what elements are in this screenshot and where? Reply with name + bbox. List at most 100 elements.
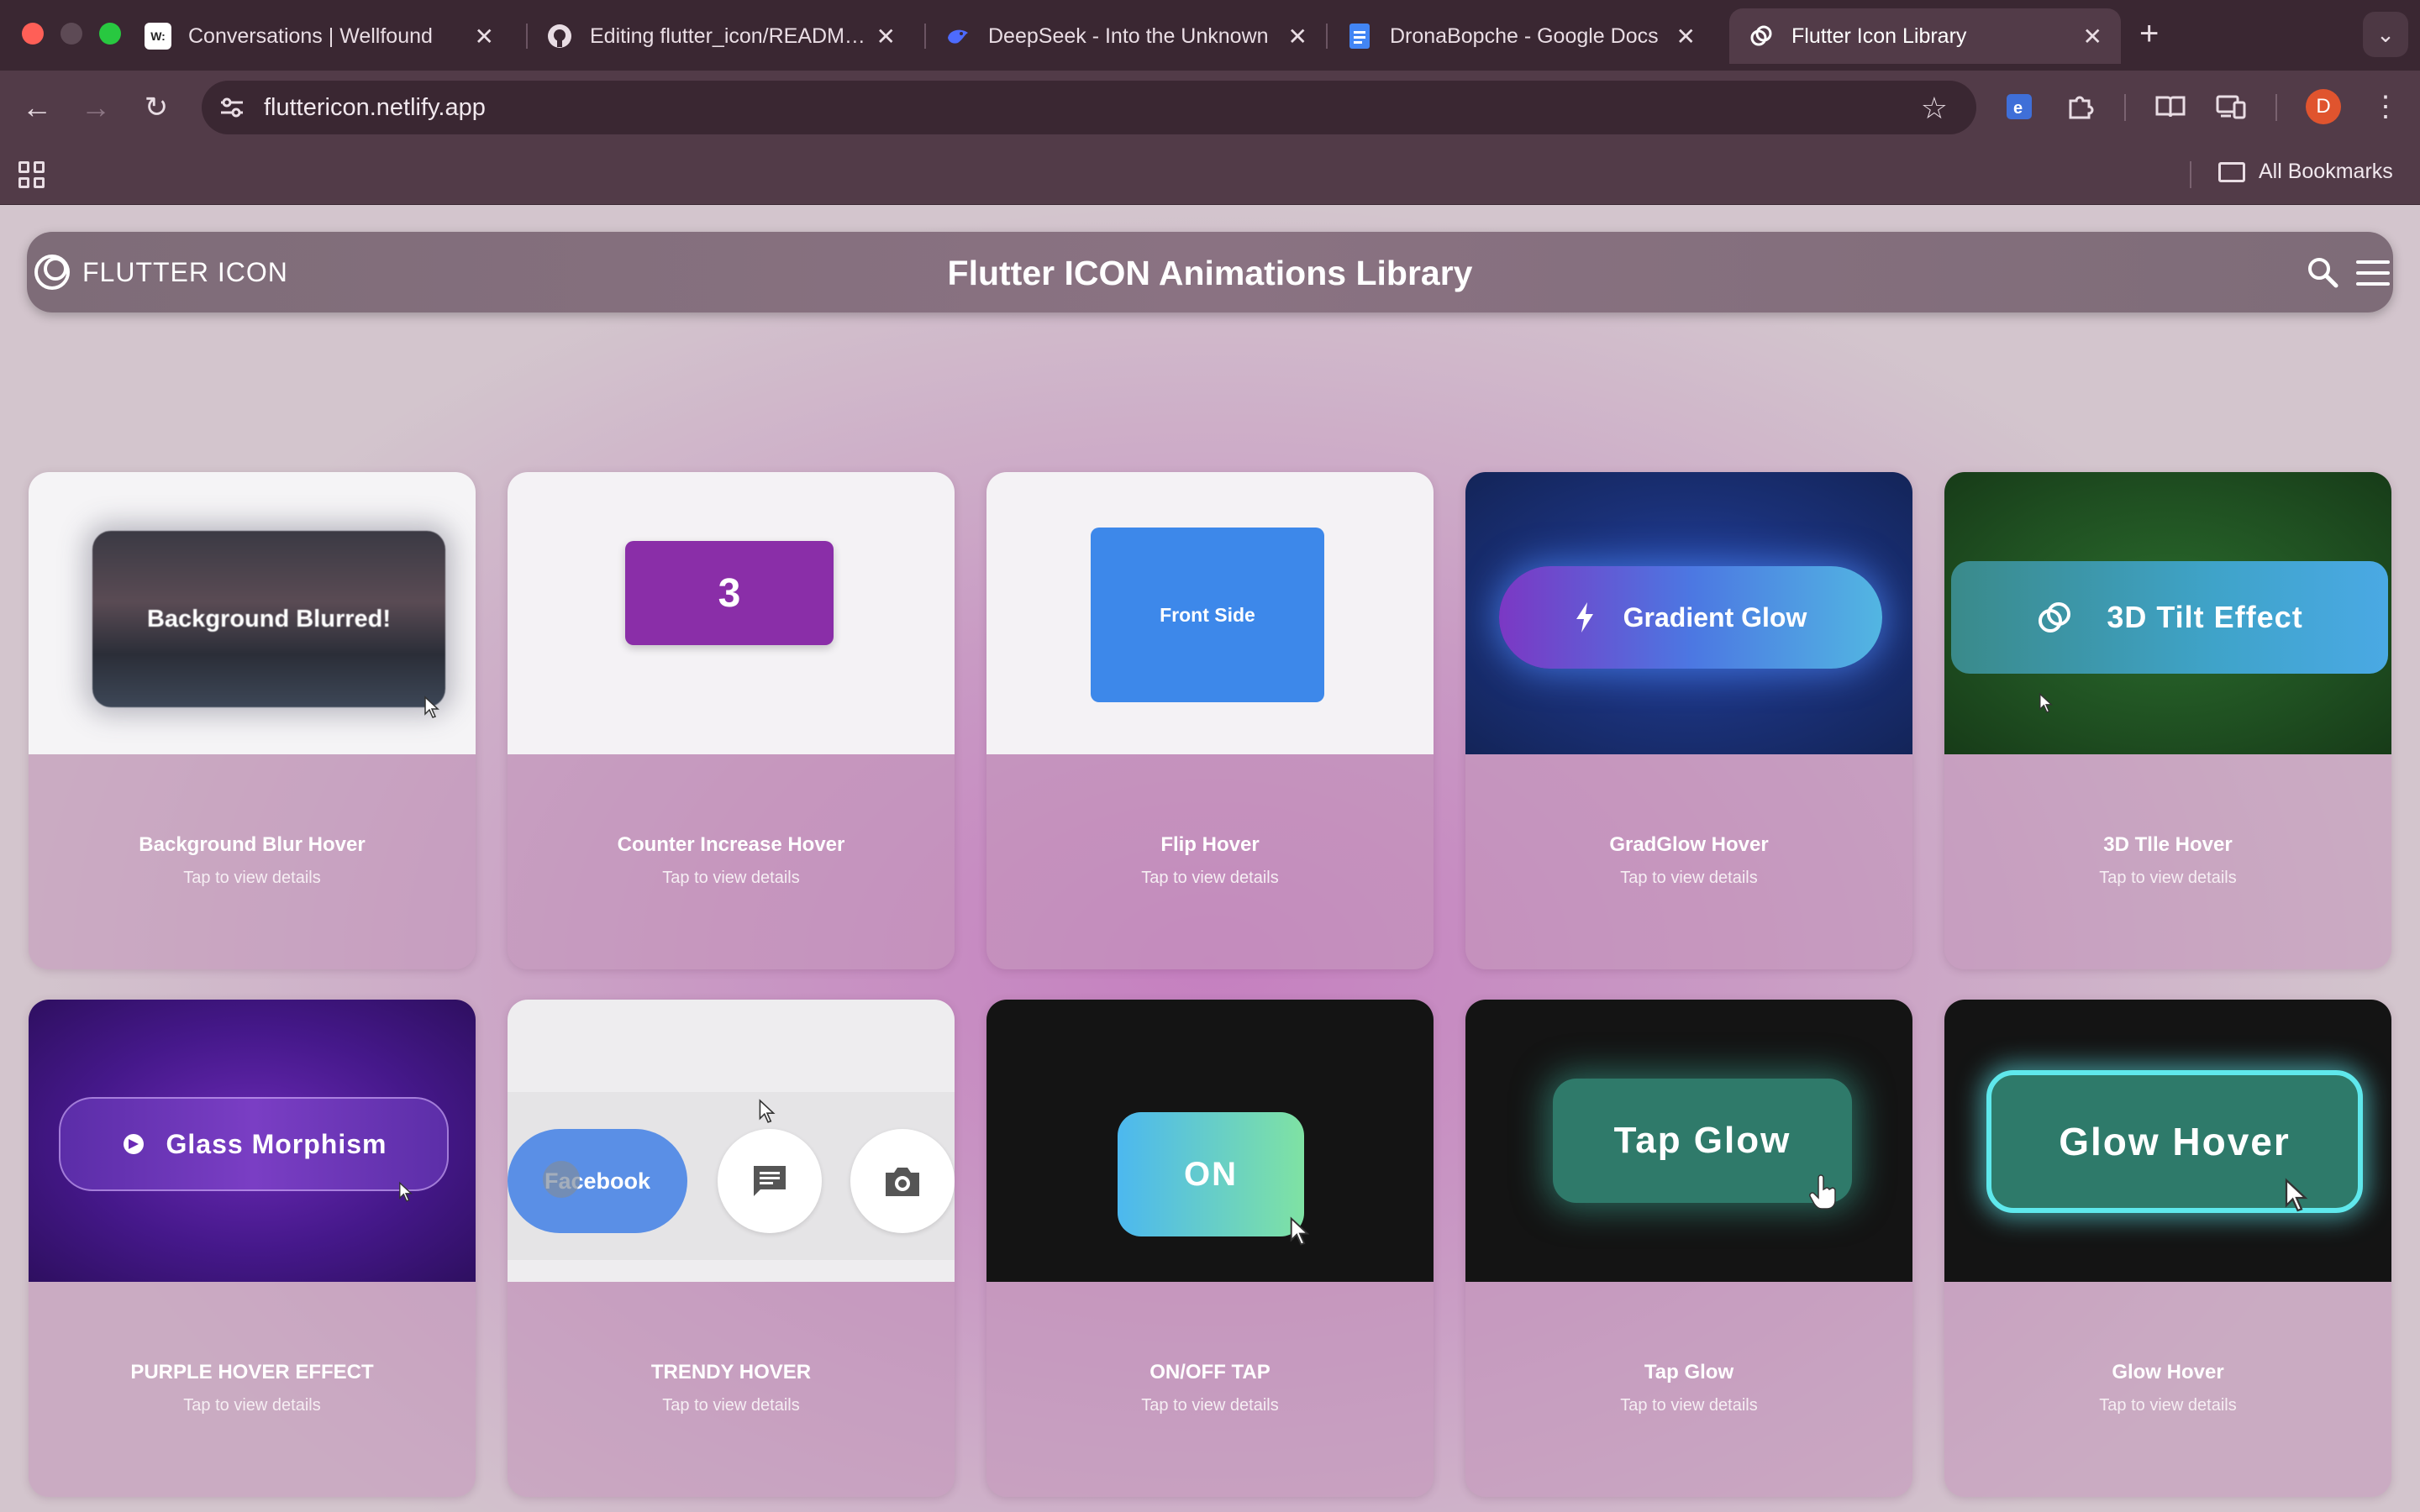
card-preview: Tap Glow bbox=[1465, 1000, 1912, 1282]
minimize-window-button[interactable] bbox=[60, 23, 82, 45]
card-title: Background Blur Hover bbox=[139, 833, 366, 856]
preview-label: Glass Morphism bbox=[166, 1128, 387, 1159]
folder-icon bbox=[2218, 161, 2245, 182]
svg-text:e: e bbox=[2013, 99, 2023, 118]
card-subtitle: Tap to view details bbox=[183, 869, 321, 887]
card-subtitle: Tap to view details bbox=[1620, 869, 1758, 887]
page-content: FLUTTER ICON Flutter ICON Animations Lib… bbox=[0, 205, 2420, 1512]
lightning-icon bbox=[1576, 602, 1593, 633]
bookmark-star-icon[interactable]: ☆ bbox=[1921, 91, 1948, 126]
link-rings-icon bbox=[2039, 602, 2071, 633]
card-subtitle: Tap to view details bbox=[1620, 1396, 1758, 1415]
camera-icon bbox=[850, 1129, 955, 1233]
tab-title: Flutter Icon Library bbox=[1791, 24, 1967, 48]
preview-gradient-button: Gradient Glow bbox=[1499, 566, 1882, 669]
card-subtitle: Tap to view details bbox=[2099, 869, 2237, 887]
card-preview: Background Blurred! bbox=[29, 472, 476, 754]
reload-button[interactable]: ↻ bbox=[138, 89, 175, 126]
site-settings-icon[interactable] bbox=[217, 92, 247, 123]
card-title: TRENDY HOVER bbox=[650, 1361, 812, 1383]
card-title: ON/OFF TAP bbox=[1150, 1361, 1270, 1383]
extension-icon[interactable]: e bbox=[2002, 89, 2037, 124]
card-background-blur-hover[interactable]: Background Blurred! Background Blur Hove… bbox=[29, 472, 476, 969]
tab-search-button[interactable]: ⌄ bbox=[2363, 12, 2408, 57]
card-purple-hover-effect[interactable]: Glass Morphism PURPLE HOVER EFFECT Tap t… bbox=[29, 1000, 476, 1497]
browser-tab-flutter-icon[interactable]: Flutter Icon Library ✕ bbox=[1729, 8, 2121, 64]
card-trendy-hover[interactable]: Facebook TRENDY HOVER Tap to view detail… bbox=[508, 1000, 955, 1497]
preview-facebook-button: Facebook bbox=[508, 1129, 687, 1233]
card-title: Flip Hover bbox=[1160, 833, 1260, 856]
profile-avatar[interactable]: D bbox=[2306, 89, 2341, 124]
close-tab-icon[interactable]: ✕ bbox=[876, 23, 896, 50]
url-text: fluttericon.netlify.app bbox=[264, 94, 486, 121]
card-preview: Gradient Glow bbox=[1465, 472, 1912, 754]
flutter-icon-logo bbox=[1748, 23, 1775, 50]
mouse-cursor-icon bbox=[424, 696, 439, 718]
preview-toggle-button: ON bbox=[1118, 1112, 1304, 1236]
apps-grid-icon[interactable] bbox=[18, 161, 45, 188]
card-tap-glow[interactable]: Tap Glow Tap Glow Tap to view details bbox=[1465, 1000, 1912, 1497]
card-on-off-tap[interactable]: ON ON/OFF TAP Tap to view details bbox=[986, 1000, 1434, 1497]
close-tab-icon[interactable]: ✕ bbox=[1676, 23, 1696, 50]
browser-toolbar: ← → ↻ fluttericon.netlify.app ☆ bbox=[0, 71, 2420, 144]
preview-counter-value: 3 bbox=[625, 541, 834, 645]
device-cast-icon[interactable] bbox=[2213, 89, 2249, 124]
bookmarks-bar: All Bookmarks bbox=[0, 144, 2420, 205]
card-counter-increase-hover[interactable]: 3 Counter Increase Hover Tap to view det… bbox=[508, 472, 955, 969]
card-3d-tilt-hover[interactable]: 3D Tilt Effect 3D Tlle Hover Tap to view… bbox=[1944, 472, 2391, 969]
close-tab-icon[interactable]: ✕ bbox=[1288, 23, 1307, 50]
app-header: FLUTTER ICON Flutter ICON Animations Lib… bbox=[27, 232, 2393, 312]
card-glow-hover[interactable]: Glow Hover Glow Hover Tap to view detail… bbox=[1944, 1000, 2391, 1497]
hamburger-menu-icon[interactable] bbox=[2356, 260, 2390, 286]
card-preview: Glow Hover bbox=[1944, 1000, 2391, 1282]
card-subtitle: Tap to view details bbox=[662, 869, 800, 887]
forward-button[interactable]: → bbox=[77, 89, 114, 126]
browser-menu-icon[interactable]: ⋮ bbox=[2368, 89, 2403, 124]
bubble-icon bbox=[123, 1134, 144, 1154]
tab-title: Editing flutter_icon/README.md bbox=[590, 24, 866, 48]
preview-label: 3D Tilt Effect bbox=[2107, 600, 2303, 634]
browser-tab-bar: W: Conversations | Wellfound ✕ Editing f… bbox=[0, 0, 2420, 71]
preview-flip-box: Front Side bbox=[1091, 528, 1324, 702]
wellfound-icon: W: bbox=[145, 23, 171, 50]
hand-pointer-icon bbox=[1809, 1174, 1836, 1210]
card-title: Glow Hover bbox=[2112, 1361, 2224, 1383]
preview-tilt-button: 3D Tilt Effect bbox=[1951, 561, 2388, 674]
preview-label: Gradient Glow bbox=[1623, 601, 1807, 633]
reading-mode-icon[interactable] bbox=[2153, 89, 2188, 124]
extensions-puzzle-icon[interactable] bbox=[2062, 89, 2097, 124]
preview-tap-glow-button: Tap Glow bbox=[1553, 1079, 1852, 1203]
card-subtitle: Tap to view details bbox=[1141, 869, 1279, 887]
browser-tab-deepseek[interactable]: DeepSeek - Into the Unknown ✕ bbox=[926, 8, 1326, 64]
card-preview: Facebook bbox=[508, 1000, 955, 1282]
card-title: Counter Increase Hover bbox=[617, 833, 845, 856]
address-bar[interactable]: fluttericon.netlify.app ☆ bbox=[202, 81, 1976, 134]
mouse-cursor-icon bbox=[2285, 1178, 2308, 1212]
mouse-cursor-icon bbox=[1290, 1216, 1310, 1246]
tab-title: DeepSeek - Into the Unknown bbox=[988, 24, 1269, 48]
deepseek-icon bbox=[944, 23, 971, 50]
search-icon[interactable] bbox=[2306, 255, 2339, 289]
all-bookmarks-button[interactable]: All Bookmarks bbox=[2218, 160, 2393, 184]
browser-tab-google-docs[interactable]: DronaBopche - Google Docs ✕ bbox=[1328, 8, 1714, 64]
card-title: GradGlow Hover bbox=[1609, 833, 1769, 856]
card-preview: Front Side bbox=[986, 472, 1434, 754]
card-flip-hover[interactable]: Front Side Flip Hover Tap to view detail… bbox=[986, 472, 1434, 969]
close-tab-icon[interactable]: ✕ bbox=[2083, 23, 2102, 50]
card-title: PURPLE HOVER EFFECT bbox=[130, 1361, 374, 1383]
card-preview: 3 bbox=[508, 472, 955, 754]
back-button[interactable]: ← bbox=[18, 89, 55, 126]
mouse-cursor-icon bbox=[759, 1099, 776, 1123]
close-window-button[interactable] bbox=[22, 23, 44, 45]
maximize-window-button[interactable] bbox=[99, 23, 121, 45]
new-tab-button[interactable]: + bbox=[2139, 15, 2159, 53]
card-title: Tap Glow bbox=[1644, 1361, 1734, 1383]
card-subtitle: Tap to view details bbox=[1141, 1396, 1279, 1415]
mouse-cursor-icon bbox=[399, 1181, 413, 1202]
browser-tab-wellfound[interactable]: W: Conversations | Wellfound ✕ bbox=[126, 8, 513, 64]
close-tab-icon[interactable]: ✕ bbox=[475, 23, 494, 50]
card-gradglow-hover[interactable]: Gradient Glow GradGlow Hover Tap to view… bbox=[1465, 472, 1912, 969]
card-preview: ON bbox=[986, 1000, 1434, 1282]
card-subtitle: Tap to view details bbox=[2099, 1396, 2237, 1415]
browser-tab-github[interactable]: Editing flutter_icon/README.md ✕ bbox=[528, 8, 914, 64]
